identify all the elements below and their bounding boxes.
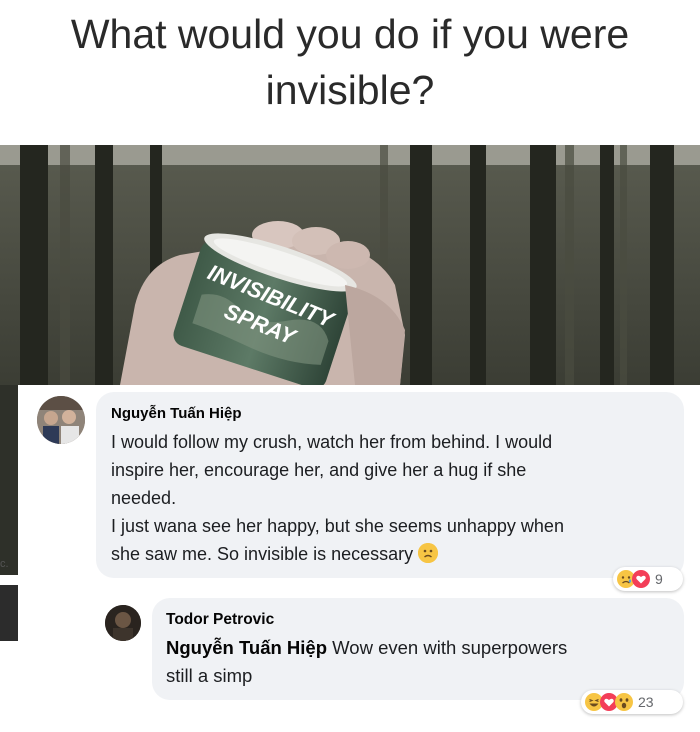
- comment-line-last: she saw me. So invisible is necessary: [111, 540, 668, 568]
- profile-photo-icon: [37, 396, 85, 444]
- reaction-count: 9: [655, 571, 663, 587]
- reply-line: Nguyễn Tuấn Hiệp Wow even with superpowe…: [166, 637, 568, 658]
- cropped-text: c.: [0, 558, 9, 570]
- tagged-user-link[interactable]: Nguyễn Tuấn Hiệp: [166, 637, 327, 658]
- photo-edge-strip: [0, 385, 18, 575]
- reaction-summary[interactable]: 23: [581, 690, 683, 714]
- comment-line: inspire her, encourage her, and give her…: [111, 460, 527, 480]
- headline-line-2: invisible?: [265, 67, 435, 113]
- invisibility-spray-photo: INVISIBILITY SPRAY: [0, 145, 700, 385]
- wow-face-icon: [615, 693, 633, 711]
- comment-bubble: Nguyễn Tuấn Hiệp I would follow my crush…: [96, 392, 684, 578]
- headline-line-1: What would you do if you were: [70, 11, 630, 57]
- sad-face-icon: [418, 543, 439, 563]
- avatar[interactable]: [105, 605, 141, 641]
- heart-icon: [632, 570, 650, 588]
- reaction-count: 23: [638, 694, 654, 710]
- comment-text: I would follow my crush, watch her from …: [111, 428, 668, 568]
- avatar[interactable]: [37, 396, 85, 444]
- reaction-summary[interactable]: 9: [613, 567, 683, 591]
- comment-line: I just wana see her happy, but she seems…: [111, 516, 564, 536]
- reply-author[interactable]: Todor Petrovic: [166, 610, 668, 630]
- comment-line: needed.: [111, 488, 177, 508]
- profile-photo-icon: [105, 605, 141, 641]
- forest-hand-can-illustration: INVISIBILITY SPRAY: [0, 145, 700, 385]
- meme-headline: What would you do if you were invisible?: [0, 0, 700, 145]
- cropped-dark-block: [0, 585, 18, 641]
- reply-text: Nguyễn Tuấn Hiệp Wow even with superpowe…: [166, 634, 668, 690]
- comment-author[interactable]: Nguyễn Tuấn Hiệp: [111, 404, 668, 424]
- reply-line: still a simp: [166, 665, 253, 686]
- comment-line: I would follow my crush, watch her from …: [111, 432, 553, 452]
- reply-bubble: Todor Petrovic Nguyễn Tuấn Hiệp Wow even…: [152, 598, 684, 700]
